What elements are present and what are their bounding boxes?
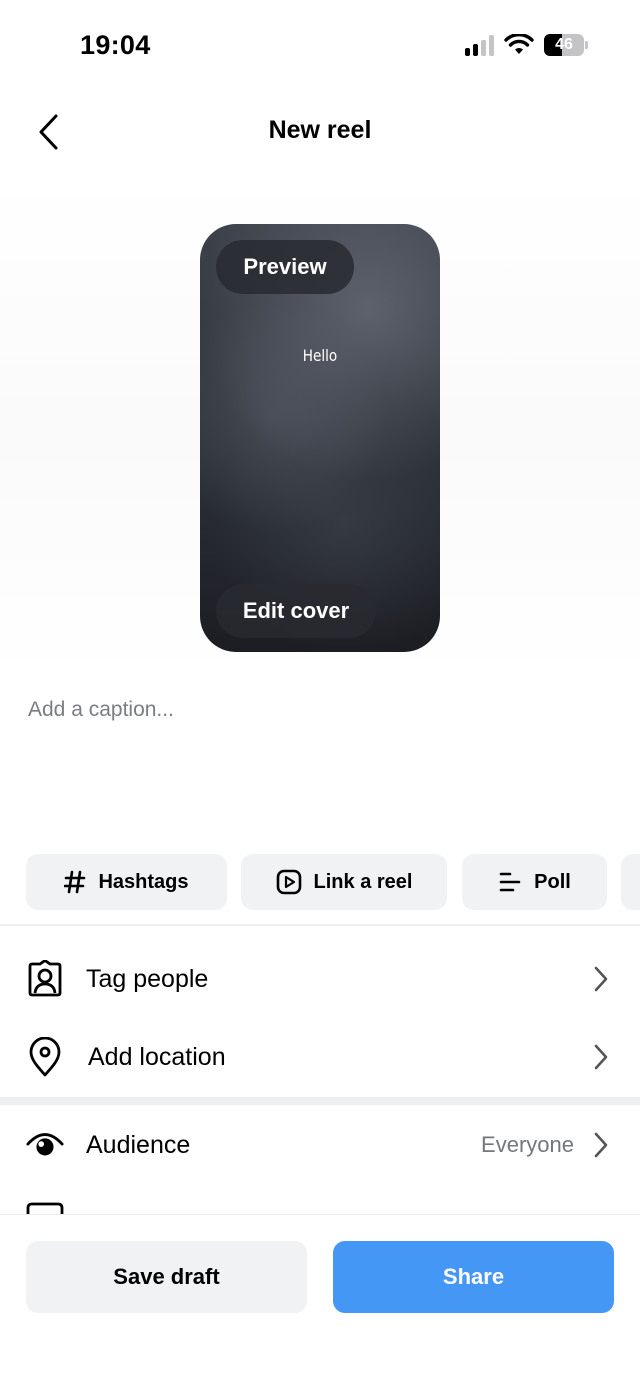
partial-list-row (0, 1190, 640, 1214)
audience-label: Audience (86, 1130, 191, 1159)
poll-label: Poll (534, 870, 571, 893)
tag-people-row[interactable]: Tag people (0, 940, 640, 1018)
eye-icon (26, 1126, 64, 1164)
chevron-right-icon (590, 1042, 612, 1072)
hashtags-label: Hashtags (98, 870, 189, 893)
caption-input[interactable] (28, 698, 612, 818)
reel-preview-thumbnail[interactable]: Preview Hello Edit cover (200, 224, 440, 652)
tag-person-icon (26, 960, 64, 998)
poll-icon (499, 872, 521, 892)
chevron-right-icon (590, 1130, 612, 1160)
save-draft-button[interactable]: Save draft (26, 1241, 307, 1313)
status-icons: 46 (465, 34, 588, 56)
wifi-icon (504, 34, 534, 54)
partial-row-icon (26, 1202, 64, 1214)
footer: Save draft Share (0, 1214, 640, 1387)
chevron-right-icon (590, 964, 612, 994)
add-location-row[interactable]: Add location (0, 1018, 640, 1096)
audience-value: Everyone (481, 1132, 574, 1157)
cellular-signal-icon (465, 34, 494, 56)
tag-people-label: Tag people (86, 964, 209, 993)
link-reel-label: Link a reel (313, 870, 413, 893)
caption-tools-row: Hashtags Link a reel Poll (26, 854, 640, 910)
battery-level: 46 (555, 36, 573, 53)
divider (0, 924, 640, 926)
hashtag-icon (64, 870, 86, 894)
hashtags-chip[interactable]: Hashtags (26, 854, 227, 910)
status-time: 19:04 (80, 30, 151, 60)
reel-overlay-text: Hello (302, 346, 338, 365)
poll-chip[interactable]: Poll (462, 854, 607, 910)
header: New reel (0, 92, 640, 174)
share-button[interactable]: Share (333, 1241, 614, 1313)
location-pin-icon (26, 1037, 64, 1077)
status-bar: 19:04 46 (0, 0, 640, 92)
page-title: New reel (268, 116, 372, 144)
battery-icon: 46 (544, 34, 588, 56)
preview-button[interactable]: Preview (216, 240, 354, 294)
link-reel-chip[interactable]: Link a reel (241, 854, 447, 910)
audience-row[interactable]: Audience Everyone (0, 1106, 640, 1184)
reel-icon (276, 869, 301, 895)
more-chip[interactable] (621, 854, 640, 910)
section-divider (0, 1097, 640, 1105)
preview-area: Preview Hello Edit cover (0, 180, 640, 680)
edit-cover-button[interactable]: Edit cover (216, 584, 376, 638)
add-location-label: Add location (88, 1042, 226, 1071)
